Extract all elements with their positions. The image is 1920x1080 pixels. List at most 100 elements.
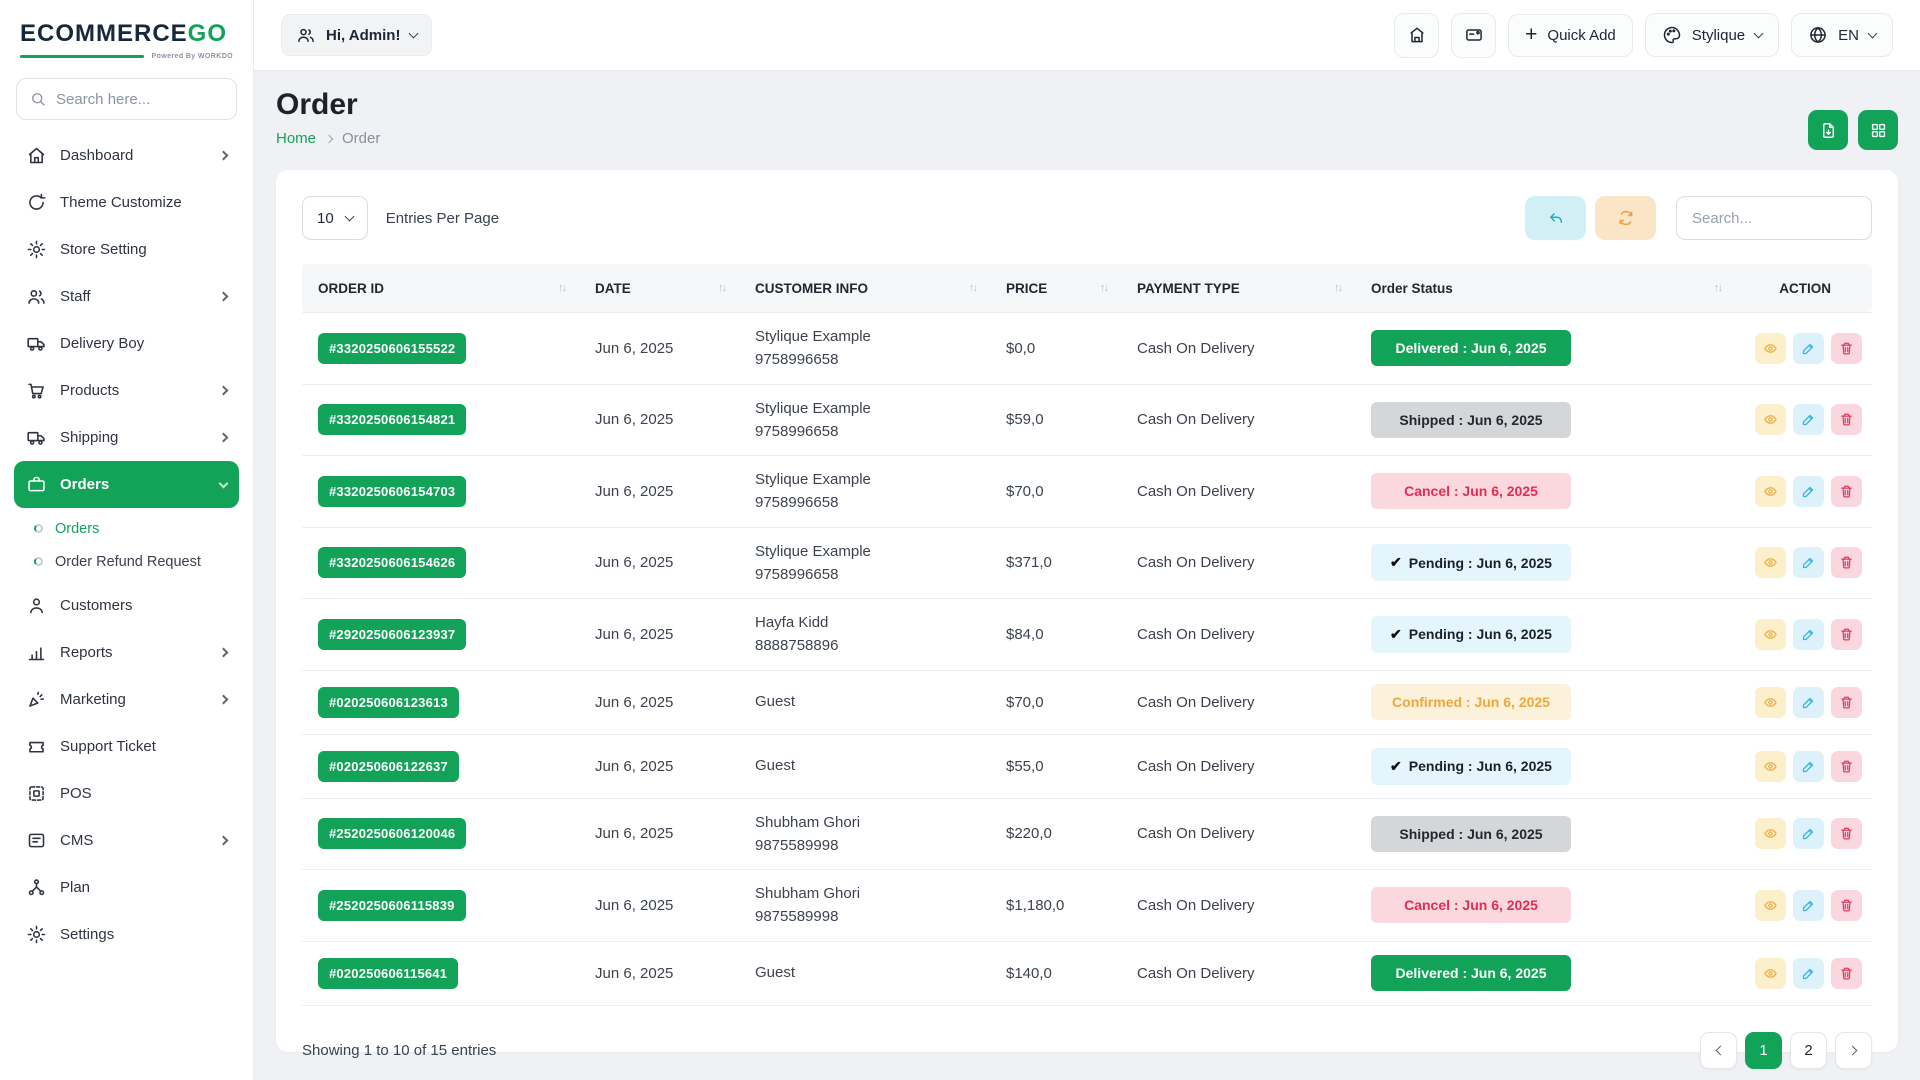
mail-button[interactable]	[1451, 13, 1496, 58]
sort-icon[interactable]: ↑↓	[718, 282, 725, 294]
pagination-page-button[interactable]: 2	[1790, 1032, 1827, 1069]
order-id-badge[interactable]: #2520250606115839	[318, 890, 466, 921]
order-date: Jun 6, 2025	[579, 758, 739, 775]
refresh-button[interactable]	[1595, 196, 1656, 240]
sort-icon[interactable]: ↑↓	[1714, 282, 1721, 294]
edit-order-button[interactable]	[1793, 687, 1824, 718]
order-id-badge[interactable]: #2520250606120046	[318, 818, 466, 849]
sidebar-item[interactable]: Support Ticket	[14, 723, 239, 770]
sidebar-item[interactable]: Orders	[14, 461, 239, 508]
view-order-button[interactable]	[1755, 547, 1786, 578]
customer-name: Stylique Example	[755, 540, 976, 563]
table-header-cell[interactable]: Order Status ↑↓	[1355, 281, 1735, 296]
sidebar-item[interactable]: Plan	[14, 864, 239, 911]
customer-name: Stylique Example	[755, 325, 976, 348]
sidebar-item[interactable]: Store Setting	[14, 226, 239, 273]
order-id-badge[interactable]: #020250606115641	[318, 958, 458, 989]
eye-icon	[1763, 341, 1778, 356]
edit-order-button[interactable]	[1793, 619, 1824, 650]
view-order-button[interactable]	[1755, 333, 1786, 364]
brand-name: ECOMMERCE	[20, 20, 188, 47]
sidebar-item[interactable]: Delivery Boy	[14, 320, 239, 367]
theme-select-button[interactable]: Stylique	[1645, 13, 1779, 57]
sidebar-item[interactable]: Marketing	[14, 676, 239, 723]
view-order-button[interactable]	[1755, 958, 1786, 989]
delete-order-button[interactable]	[1831, 476, 1862, 507]
order-id-badge[interactable]: #3320250606154626	[318, 547, 466, 578]
grid-view-button[interactable]	[1858, 110, 1898, 150]
edit-order-button[interactable]	[1793, 958, 1824, 989]
sort-icon[interactable]: ↑↓	[558, 282, 565, 294]
pagination-prev-button[interactable]	[1700, 1032, 1737, 1069]
sidebar-item[interactable]: Customers	[14, 582, 239, 629]
delete-order-button[interactable]	[1831, 751, 1862, 782]
edit-order-button[interactable]	[1793, 404, 1824, 435]
delete-order-button[interactable]	[1831, 687, 1862, 718]
language-select-button[interactable]: EN	[1791, 13, 1893, 57]
order-id-badge[interactable]: #3320250606155522	[318, 333, 466, 364]
order-id-badge[interactable]: #3320250606154821	[318, 404, 466, 435]
table-header-cell[interactable]: DATE ↑↓	[579, 281, 739, 296]
column-label: DATE	[595, 281, 631, 296]
edit-order-button[interactable]	[1793, 818, 1824, 849]
order-id-badge[interactable]: #020250606123613	[318, 687, 459, 718]
customer-info: Stylique Example 9758996658	[739, 540, 990, 587]
edit-order-button[interactable]	[1793, 333, 1824, 364]
sort-icon[interactable]: ↑↓	[969, 282, 976, 294]
sort-icon[interactable]: ↑↓	[1334, 282, 1341, 294]
delete-order-button[interactable]	[1831, 619, 1862, 650]
sidebar-item[interactable]: Settings	[14, 911, 239, 958]
sidebar-item[interactable]: Shipping	[14, 414, 239, 461]
table-header-cell[interactable]: PAYMENT TYPE ↑↓	[1121, 281, 1355, 296]
edit-order-button[interactable]	[1793, 476, 1824, 507]
quick-add-button[interactable]: + Quick Add	[1508, 14, 1633, 57]
breadcrumb-home-link[interactable]: Home	[276, 130, 316, 147]
sidebar-search-input[interactable]	[56, 91, 224, 108]
sidebar-item-label: Reports	[60, 644, 113, 661]
delete-order-button[interactable]	[1831, 818, 1862, 849]
sort-icon[interactable]: ↑↓	[1100, 282, 1107, 294]
edit-order-button[interactable]	[1793, 890, 1824, 921]
sidebar-item[interactable]: CMS	[14, 817, 239, 864]
view-order-button[interactable]	[1755, 476, 1786, 507]
sidebar-item[interactable]: POS	[14, 770, 239, 817]
order-status-label: Confirmed : Jun 6, 2025	[1392, 694, 1550, 710]
table-header-cell[interactable]: ORDER ID ↑↓	[302, 281, 579, 296]
table-header-cell[interactable]: ACTION ↑↓	[1735, 281, 1872, 296]
delete-order-button[interactable]	[1831, 547, 1862, 578]
sidebar-subitem[interactable]: Orders	[28, 512, 239, 545]
pagination: 1 2	[1700, 1032, 1872, 1069]
delete-order-button[interactable]	[1831, 890, 1862, 921]
view-order-button[interactable]	[1755, 619, 1786, 650]
sidebar-item[interactable]: Staff	[14, 273, 239, 320]
sidebar-item[interactable]: Theme Customize	[14, 179, 239, 226]
view-order-button[interactable]	[1755, 404, 1786, 435]
delete-order-button[interactable]	[1831, 333, 1862, 364]
delete-order-button[interactable]	[1831, 404, 1862, 435]
pagination-page-button[interactable]: 1	[1745, 1032, 1782, 1069]
sidebar-item[interactable]: Reports	[14, 629, 239, 676]
edit-order-button[interactable]	[1793, 547, 1824, 578]
order-id-badge[interactable]: #020250606122637	[318, 751, 459, 782]
export-orders-button[interactable]	[1808, 110, 1848, 150]
view-order-button[interactable]	[1755, 818, 1786, 849]
edit-order-button[interactable]	[1793, 751, 1824, 782]
entries-per-page-select[interactable]: 10	[302, 196, 368, 240]
view-order-button[interactable]	[1755, 687, 1786, 718]
table-header-cell[interactable]: CUSTOMER INFO ↑↓	[739, 281, 990, 296]
storefront-button[interactable]	[1394, 13, 1439, 58]
sidebar-item[interactable]: Products	[14, 367, 239, 414]
order-id-badge[interactable]: #2920250606123937	[318, 619, 466, 650]
delete-order-button[interactable]	[1831, 958, 1862, 989]
breadcrumb-current: Order	[342, 130, 380, 147]
admin-menu-button[interactable]: Hi, Admin!	[281, 14, 432, 56]
pagination-next-button[interactable]	[1835, 1032, 1872, 1069]
view-order-button[interactable]	[1755, 751, 1786, 782]
table-header-cell[interactable]: PRICE ↑↓	[990, 281, 1121, 296]
undo-button[interactable]	[1525, 196, 1586, 240]
view-order-button[interactable]	[1755, 890, 1786, 921]
sidebar-item[interactable]: Dashboard	[14, 132, 239, 179]
table-search-input[interactable]	[1676, 196, 1872, 240]
sidebar-subitem[interactable]: Order Refund Request	[28, 545, 239, 578]
order-id-badge[interactable]: #3320250606154703	[318, 476, 466, 507]
